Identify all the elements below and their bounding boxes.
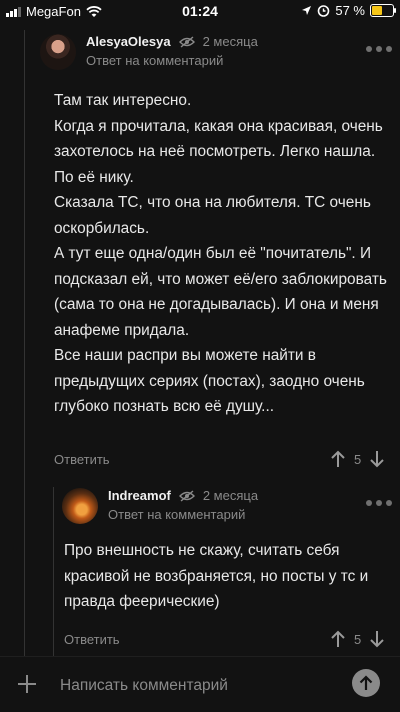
avatar[interactable] <box>62 488 98 524</box>
upvote-arrow-icon[interactable] <box>330 630 346 648</box>
author-name[interactable]: AlesyaOlesya <box>86 34 171 49</box>
battery-percent: 57 % <box>335 3 365 18</box>
downvote-arrow-icon[interactable] <box>369 450 385 468</box>
battery-icon <box>370 4 396 17</box>
comment-time: 2 месяца <box>202 34 258 49</box>
comment-paragraph: Там так интересно. <box>54 92 192 109</box>
vote-count: 5 <box>354 451 362 467</box>
reply-button[interactable]: Ответить <box>64 632 120 647</box>
send-arrow-icon <box>359 675 373 690</box>
more-options-icon[interactable] <box>366 46 392 52</box>
plus-icon[interactable] <box>16 673 38 695</box>
upvote-arrow-icon[interactable] <box>330 450 346 468</box>
alarm-icon <box>318 5 330 17</box>
comment-paragraph: А тут еще одна/один был её "почитатель".… <box>54 245 387 339</box>
comment-body: Про внешность не скажу, считать себя кра… <box>64 538 390 615</box>
thread-line <box>53 487 54 657</box>
status-bar: MegaFon 01:24 57 % <box>0 0 400 22</box>
comment-paragraph: Про внешность не скажу, считать себя кра… <box>64 542 369 610</box>
reply-button[interactable]: Ответить <box>54 452 110 467</box>
author-name[interactable]: Indreamof <box>108 488 171 503</box>
downvote-arrow-icon[interactable] <box>369 630 385 648</box>
comment-composer <box>0 656 400 712</box>
comment-time: 2 месяца <box>202 488 259 503</box>
reply-to-link[interactable]: Ответ на комментарий <box>86 53 258 68</box>
vote-count: 5 <box>354 631 362 647</box>
comment-paragraph: Когда я прочитала, какая она красивая, о… <box>54 117 383 186</box>
comment-body: Там так интересно. Когда я прочитала, ка… <box>54 88 390 420</box>
more-options-icon[interactable] <box>366 500 392 506</box>
avatar[interactable] <box>40 34 76 70</box>
send-button[interactable] <box>352 669 380 697</box>
comment-input[interactable] <box>58 674 342 698</box>
reply-to-link[interactable]: Ответ на комментарий <box>108 507 258 522</box>
comment-paragraph: Сказала ТС, что она на любителя. ТС очен… <box>54 194 371 237</box>
hidden-eye-icon <box>178 35 195 48</box>
comment: Indreamof 2 месяца Ответ на комментарий … <box>62 488 392 615</box>
location-icon <box>302 6 312 15</box>
comment: AlesyaOlesya 2 месяца Ответ на комментар… <box>40 34 392 420</box>
hidden-eye-icon <box>178 489 195 502</box>
thread-line <box>24 30 25 660</box>
comment-paragraph: Все наши распри вы можете найти в предыд… <box>54 347 365 415</box>
